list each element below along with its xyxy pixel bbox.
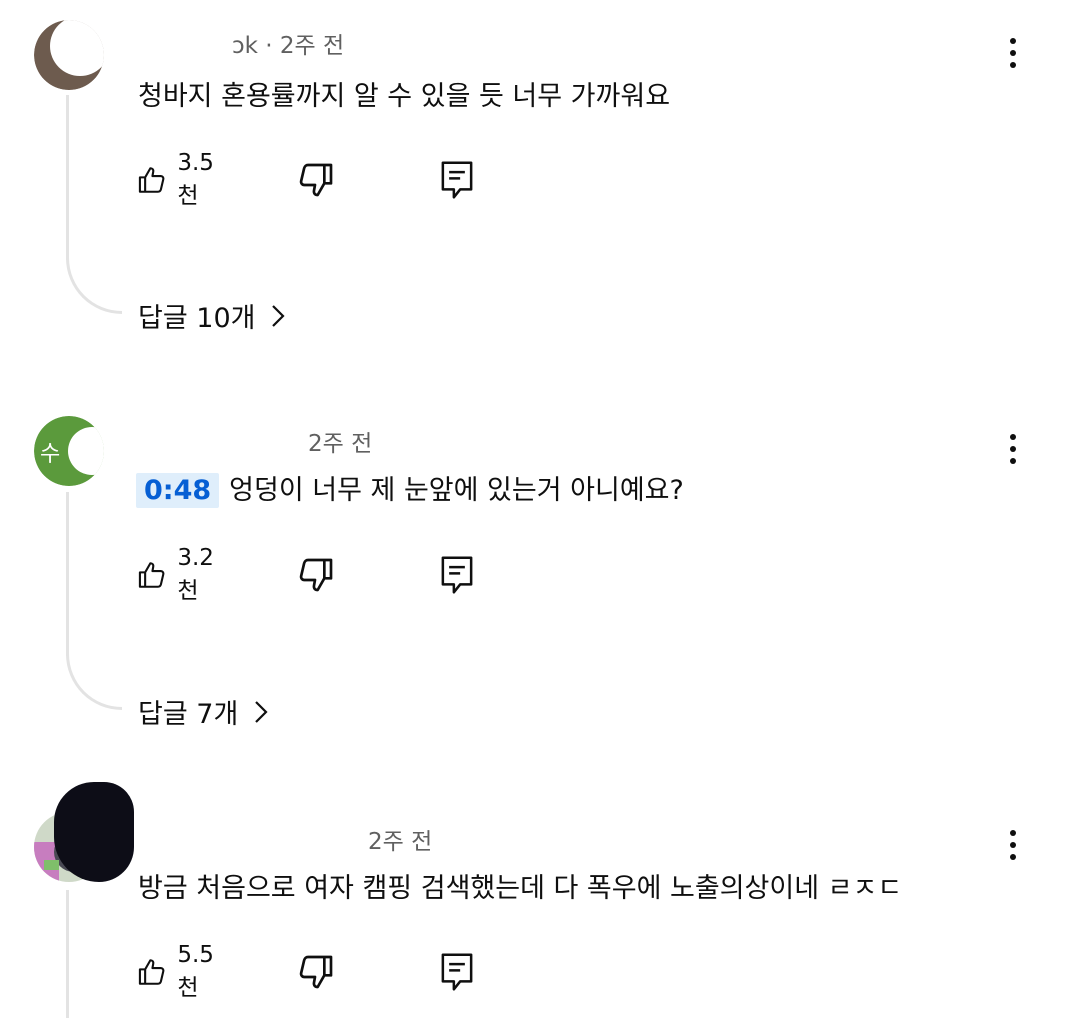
thumbs-up-icon (138, 167, 165, 193)
replies-count: 답글 10개 (138, 303, 256, 334)
comment-text: 방금 처음으로 여자 캠핑 검색했는데 다 폭우에 노출의상이네 ㄹㅈㄷ (138, 873, 903, 904)
avatar[interactable]: 수 (34, 416, 104, 486)
like-count: 5.5천 (177, 942, 214, 1001)
reply-button[interactable] (438, 950, 476, 994)
avatar-image (34, 20, 104, 90)
like-count: 3.2천 (177, 545, 214, 604)
replies-toggle[interactable]: 답글 10개 (138, 296, 287, 335)
dislike-button[interactable] (296, 553, 336, 597)
more-options-button[interactable] (998, 820, 1028, 870)
thread-line (66, 890, 69, 1018)
thumbs-up-icon (138, 959, 165, 985)
chevron-right-icon (255, 700, 268, 723)
replies-count: 답글 7개 (138, 699, 239, 730)
reply-icon (441, 161, 473, 199)
comment-text: 0:48 엉덩이 너무 제 눈앞에 있는거 아니예요? (136, 468, 684, 508)
reply-button[interactable] (438, 553, 476, 597)
avatar-letter: 수 (40, 442, 61, 467)
like-count: 3.5천 (177, 150, 214, 209)
comment-time[interactable]: 2주 전 (368, 829, 432, 855)
like-button[interactable]: 3.5천 (136, 150, 223, 209)
thread-line (66, 95, 69, 260)
thread-curve (66, 654, 122, 710)
avatar[interactable] (34, 20, 104, 90)
comment-text-body: 엉덩이 너무 제 눈앞에 있는거 아니예요? (229, 475, 684, 506)
dislike-button[interactable] (296, 158, 336, 202)
comment-text: 청바지 혼용률까지 알 수 있을 듯 너무 가까워요 (138, 81, 671, 112)
meta-separator: · (265, 33, 273, 59)
thumbs-down-icon (299, 955, 333, 989)
redaction-mark (54, 782, 134, 882)
reply-icon (441, 953, 473, 991)
author-name[interactable]: ɔk (232, 33, 258, 59)
replies-toggle[interactable]: 답글 7개 (138, 692, 270, 731)
comment-time[interactable]: 2주 전 (308, 431, 372, 457)
dislike-button[interactable] (296, 950, 336, 994)
comment-meta: 2주 전 (308, 424, 372, 458)
more-vert-icon (1010, 38, 1016, 44)
more-vert-icon (1010, 434, 1016, 440)
reply-button[interactable] (438, 158, 476, 202)
comment-meta: ɔk · 2주 전 (232, 26, 344, 60)
like-button[interactable]: 5.5천 (136, 942, 223, 1001)
thumbs-down-icon (299, 163, 333, 197)
like-button[interactable]: 3.2천 (136, 545, 223, 604)
thread-line (66, 492, 69, 656)
reply-icon (441, 556, 473, 594)
thumbs-up-icon (138, 562, 165, 588)
video-timestamp-link[interactable]: 0:48 (136, 473, 220, 508)
thread-curve (66, 258, 122, 314)
comment-time[interactable]: 2주 전 (280, 33, 344, 59)
more-options-button[interactable] (998, 28, 1028, 78)
more-vert-icon (1010, 830, 1016, 836)
chevron-right-icon (272, 304, 286, 327)
more-options-button[interactable] (998, 424, 1028, 474)
comment-meta: 2주 전 (368, 822, 432, 856)
thumbs-down-icon (299, 558, 333, 592)
